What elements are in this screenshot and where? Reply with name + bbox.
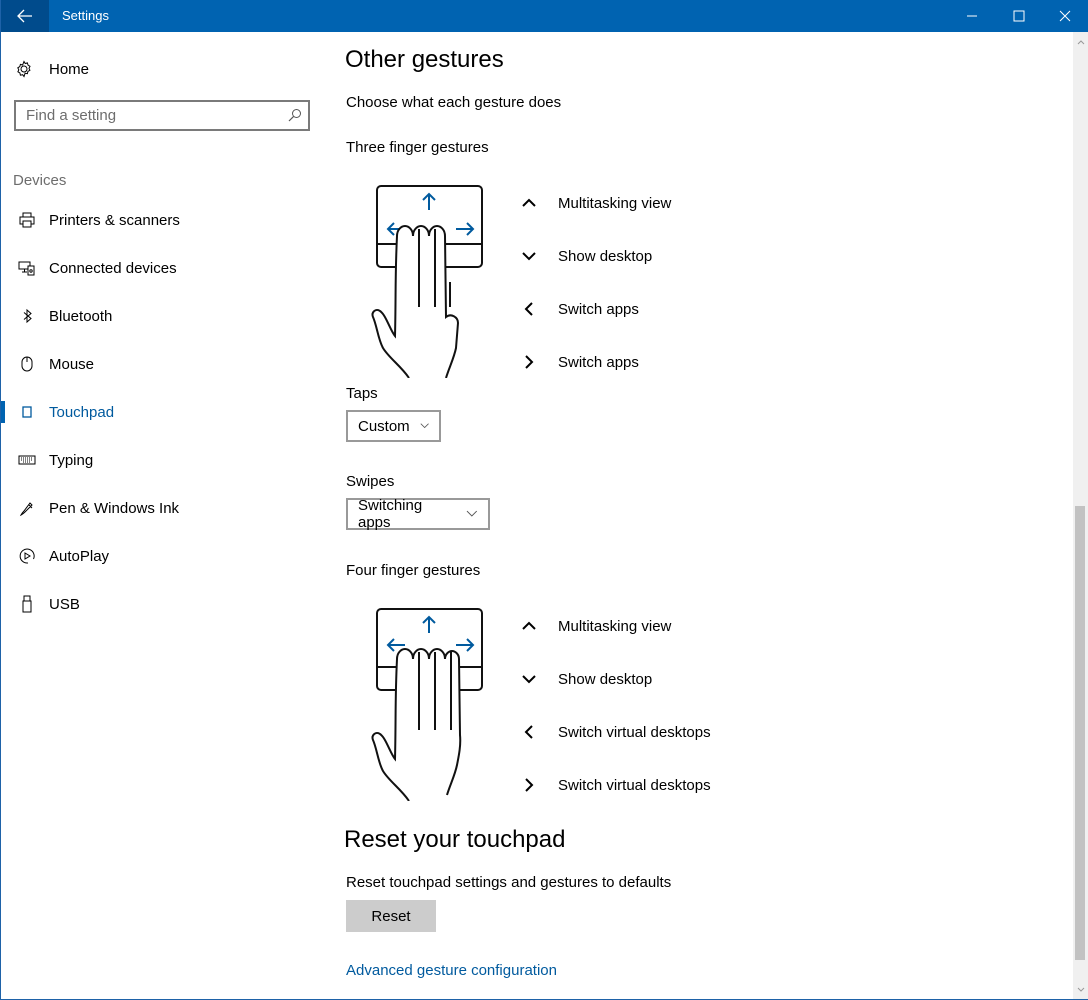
sidebar-item-label: Mouse <box>49 355 95 373</box>
vertical-scrollbar[interactable] <box>1073 32 1088 999</box>
sidebar-item-label: Printers & scanners <box>49 211 180 229</box>
autoplay-icon <box>17 546 37 566</box>
gesture-action-label: Switch apps <box>558 300 639 318</box>
sidebar-item-autoplay[interactable]: AutoPlay <box>1 536 323 576</box>
minimize-icon <box>967 15 977 17</box>
mouse-icon <box>17 354 37 374</box>
choose-gesture-text: Choose what each gesture does <box>346 94 562 111</box>
gesture-action-label: Show desktop <box>558 670 653 688</box>
four-finger-right-action: Switch virtual desktops <box>519 774 711 796</box>
sidebar-item-label: AutoPlay <box>49 547 110 565</box>
bluetooth-icon <box>17 306 37 326</box>
three-finger-left-action: Switch apps <box>519 298 639 320</box>
sidebar-item-bluetooth[interactable]: Bluetooth <box>1 296 323 336</box>
four-finger-left-action: Switch virtual desktops <box>519 721 711 743</box>
sidebar-item-label: Connected devices <box>49 259 177 277</box>
chevron-up-icon <box>519 198 539 208</box>
chevron-down-icon <box>1077 987 1084 992</box>
settings-window: Settings Home Devices Printers & scanner… <box>0 0 1088 1000</box>
search-input[interactable] <box>26 107 276 124</box>
four-finger-down-action: Show desktop <box>519 668 652 690</box>
taps-label: Taps <box>346 385 378 402</box>
printer-icon <box>17 210 37 230</box>
taps-dropdown[interactable]: Custom <box>346 410 441 442</box>
keyboard-icon <box>17 450 37 470</box>
minimize-button[interactable] <box>949 0 995 32</box>
sidebar-item-label: Pen & Windows Ink <box>49 499 180 517</box>
chevron-down-icon <box>519 251 539 261</box>
scroll-up-button[interactable] <box>1073 32 1088 52</box>
chevron-left-icon <box>519 302 539 316</box>
arrow-right-icon <box>456 222 475 236</box>
advanced-gesture-configuration-link[interactable]: Advanced gesture configuration <box>346 962 557 979</box>
sidebar-item-label: Bluetooth <box>49 307 113 325</box>
three-finger-right-action: Switch apps <box>519 351 639 373</box>
sidebar-item-pen-windows-ink[interactable]: Pen & Windows Ink <box>1 488 323 528</box>
gesture-action-label: Show desktop <box>558 247 653 265</box>
chevron-up-icon <box>1077 39 1084 44</box>
sidebar-item-label: Typing <box>49 451 94 469</box>
chevron-down-icon <box>420 423 429 429</box>
close-button[interactable] <box>1042 0 1088 32</box>
other-gestures-heading: Other gestures <box>345 46 504 73</box>
pen-icon <box>17 498 37 518</box>
three-finger-heading: Three finger gestures <box>346 139 489 156</box>
three-finger-gesture-illustration <box>371 185 483 378</box>
chevron-right-icon <box>519 355 539 369</box>
home-nav-item[interactable]: Home <box>15 58 89 80</box>
sidebar-item-mouse[interactable]: Mouse <box>1 344 323 384</box>
home-label: Home <box>49 60 90 78</box>
gesture-action-label: Switch virtual desktops <box>558 776 711 794</box>
reset-description: Reset touchpad settings and gestures to … <box>346 874 672 891</box>
maximize-button[interactable] <box>996 0 1042 32</box>
maximize-icon <box>1013 10 1025 22</box>
gesture-action-label: Switch virtual desktops <box>558 723 711 741</box>
swipes-label: Swipes <box>346 473 395 490</box>
sidebar-item-typing[interactable]: Typing <box>1 440 323 480</box>
close-icon <box>1059 10 1071 22</box>
arrow-right-icon <box>456 638 475 652</box>
usb-icon <box>17 594 37 614</box>
arrow-up-icon <box>422 615 436 633</box>
four-finger-heading: Four finger gestures <box>346 562 481 579</box>
gesture-action-label: Multitasking view <box>558 617 672 635</box>
reset-touchpad-heading: Reset your touchpad <box>344 826 566 853</box>
devices-group-label: Devices <box>13 172 67 189</box>
gesture-action-label: Switch apps <box>558 353 639 371</box>
swipes-dropdown-value: Switching apps <box>358 497 423 531</box>
back-arrow-icon <box>17 9 32 23</box>
connected-devices-icon <box>17 258 37 278</box>
four-finger-up-action: Multitasking view <box>519 615 671 637</box>
back-button[interactable] <box>1 0 49 32</box>
sidebar-item-connected-devices[interactable]: Connected devices <box>1 248 323 288</box>
sidebar-item-touchpad[interactable]: Touchpad <box>1 392 323 432</box>
reset-button[interactable]: Reset <box>346 900 436 932</box>
window-title: Settings <box>62 8 109 23</box>
three-finger-up-action: Multitasking view <box>519 192 671 214</box>
touchpad-icon <box>17 402 37 422</box>
sidebar-item-label: Touchpad <box>49 403 115 421</box>
gesture-action-label: Multitasking view <box>558 194 672 212</box>
chevron-left-icon <box>519 725 539 739</box>
arrow-up-icon <box>422 192 436 210</box>
scroll-down-button[interactable] <box>1073 979 1088 999</box>
taps-dropdown-value: Custom <box>358 417 410 435</box>
chevron-down-icon <box>466 510 478 517</box>
search-box[interactable] <box>14 100 310 131</box>
title-bar: Settings <box>1 0 1088 32</box>
sidebar-item-usb[interactable]: USB <box>1 584 323 624</box>
gear-icon <box>17 60 31 78</box>
chevron-right-icon <box>519 778 539 792</box>
four-finger-gesture-illustration <box>371 608 483 801</box>
sidebar-item-label: USB <box>49 595 80 613</box>
main-content: Other gestures Choose what each gesture … <box>323 32 1073 999</box>
scroll-thumb[interactable] <box>1075 506 1085 961</box>
search-icon[interactable] <box>288 108 302 122</box>
sidebar: Home Devices Printers & scanners Connect… <box>1 32 323 999</box>
sidebar-item-printers-scanners[interactable]: Printers & scanners <box>1 200 323 240</box>
chevron-up-icon <box>519 621 539 631</box>
chevron-down-icon <box>519 674 539 684</box>
swipes-dropdown[interactable]: Switching apps <box>346 497 490 531</box>
three-finger-down-action: Show desktop <box>519 245 652 267</box>
